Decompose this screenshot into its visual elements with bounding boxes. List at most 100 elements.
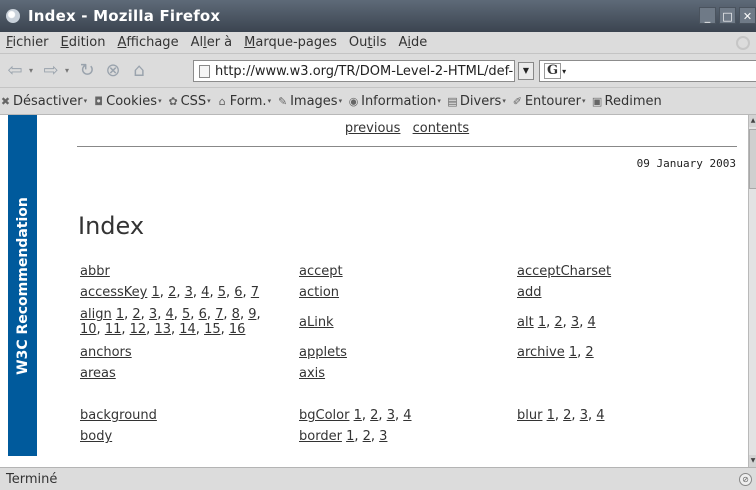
forward-dropdown-icon[interactable]: ▾ [62, 66, 72, 75]
url-history-dropdown-icon[interactable]: ▼ [518, 62, 534, 80]
index-link-action[interactable]: action [299, 285, 339, 300]
forward-arrow-icon[interactable]: ⇨ [40, 60, 62, 82]
dropdown-arrow-icon: ▾ [267, 97, 272, 105]
menu-outils[interactable]: Outils [343, 35, 393, 50]
index-link-abbr[interactable]: abbr [80, 264, 110, 279]
index-ref-link[interactable]: 10 [80, 322, 97, 337]
search-box[interactable]: G ▾ [539, 60, 756, 82]
index-ref-link[interactable]: 3 [149, 307, 157, 322]
index-ref-link[interactable]: 5 [218, 285, 226, 300]
search-engine-dropdown-icon[interactable]: ▾ [562, 67, 566, 76]
back-dropdown-icon[interactable]: ▾ [26, 66, 36, 75]
index-ref-link[interactable]: 8 [232, 307, 240, 322]
vertical-scrollbar[interactable]: ▲ ▼ [748, 115, 756, 467]
url-bar[interactable] [193, 60, 515, 82]
index-ref-link[interactable]: 3 [379, 429, 387, 444]
stop-icon[interactable]: ⊗ [102, 60, 124, 82]
index-link-accept[interactable]: accept [299, 264, 343, 279]
dev-information[interactable]: ◉ Information ▾ [348, 94, 441, 109]
index-ref-link[interactable]: 3 [571, 315, 579, 330]
home-icon[interactable]: ⌂ [128, 60, 150, 82]
dev-redimensionner[interactable]: ▣ Redimen [592, 94, 662, 109]
reload-icon[interactable]: ↻ [76, 60, 98, 82]
index-link-body[interactable]: body [80, 429, 112, 444]
index-ref-link[interactable]: 11 [105, 322, 122, 337]
index-entry: axis [299, 366, 325, 381]
dev-cookies[interactable]: ◘ Cookies ▾ [93, 94, 161, 109]
index-ref-link[interactable]: 2 [363, 429, 371, 444]
menu-marque-pages[interactable]: Marque-pages [238, 35, 343, 50]
scroll-thumb[interactable] [749, 129, 756, 189]
index-ref-link[interactable]: 3 [185, 285, 193, 300]
previous-link[interactable]: previous [345, 121, 401, 136]
index-ref-link[interactable]: 12 [130, 322, 147, 337]
index-link-border[interactable]: border [299, 429, 342, 444]
index-link-add[interactable]: add [517, 285, 541, 300]
index-link-areas[interactable]: areas [80, 366, 116, 381]
index-entry: bgColor 1, 2, 3, 4 [299, 408, 412, 423]
w3c-side-banner: W3C Recommendation [8, 115, 37, 456]
index-ref-link[interactable]: 6 [234, 285, 242, 300]
menu-affichage[interactable]: Affichage [111, 35, 184, 50]
index-link-alt[interactable]: alt [517, 315, 534, 330]
index-ref-link[interactable]: 3 [580, 408, 588, 423]
index-link-axis[interactable]: axis [299, 366, 325, 381]
index-link-align[interactable]: align [80, 307, 112, 322]
dev-css[interactable]: ✿ CSS ▾ [168, 94, 210, 109]
menu-fichier[interactable]: Fichier [0, 35, 55, 50]
index-ref-link[interactable]: 1 [569, 345, 577, 360]
separator: , [176, 285, 185, 300]
dev-desactiver[interactable]: ✖ Désactiver ▾ [0, 94, 87, 109]
minimize-icon[interactable]: _ [699, 7, 716, 24]
search-engine-icon[interactable]: G [544, 63, 562, 79]
content-margin [0, 456, 38, 467]
index-link-archive[interactable]: archive [517, 345, 565, 360]
scroll-up-icon[interactable]: ▲ [749, 115, 756, 127]
menu-aide[interactable]: Aide [392, 35, 433, 50]
index-link-acceptcharset[interactable]: acceptCharset [517, 264, 611, 279]
index-link-applets[interactable]: applets [299, 345, 347, 360]
separator: , [571, 408, 580, 423]
index-entry: body [80, 429, 112, 444]
index-ref-link[interactable]: 2 [132, 307, 140, 322]
index-ref-link[interactable]: 2 [585, 345, 593, 360]
index-link-blur[interactable]: blur [517, 408, 542, 423]
index-ref-link[interactable]: 16 [229, 322, 246, 337]
close-icon[interactable]: ✕ [739, 7, 756, 24]
index-link-background[interactable]: background [80, 408, 157, 423]
index-ref-link[interactable]: 4 [403, 408, 411, 423]
separator: , [370, 429, 380, 444]
menu-edition[interactable]: Edition [55, 35, 112, 50]
dev-form[interactable]: ⌂ Form. ▾ [217, 94, 271, 109]
menu-aller-a[interactable]: Aller à [185, 35, 239, 50]
dev-divers[interactable]: ▤ Divers ▾ [447, 94, 506, 109]
index-ref-link[interactable]: 1 [116, 307, 124, 322]
index-ref-link[interactable]: 13 [154, 322, 171, 337]
index-link-anchors[interactable]: anchors [80, 345, 132, 360]
index-ref-link[interactable]: 4 [165, 307, 173, 322]
index-ref-link[interactable]: 6 [199, 307, 207, 322]
index-ref-link[interactable]: 1 [547, 408, 555, 423]
contents-link[interactable]: contents [413, 121, 470, 136]
index-ref-link[interactable]: 3 [387, 408, 395, 423]
index-ref-link[interactable]: 1 [538, 315, 546, 330]
index-entry: blur 1, 2, 3, 4 [517, 408, 605, 423]
index-ref-link[interactable]: 1 [152, 285, 160, 300]
index-link-alink[interactable]: aLink [299, 315, 334, 330]
index-ref-link[interactable]: 4 [587, 315, 595, 330]
security-status-icon: ⊘ [739, 473, 752, 486]
url-input[interactable] [215, 63, 514, 79]
back-arrow-icon[interactable]: ⇦ [4, 60, 26, 82]
index-ref-link[interactable]: 15 [204, 322, 221, 337]
index-link-accesskey[interactable]: accessKey [80, 285, 147, 300]
dev-entourer[interactable]: ✐ Entourer ▾ [512, 94, 586, 109]
dev-images[interactable]: ✎ Images ▾ [277, 94, 342, 109]
index-ref-link[interactable]: 1 [354, 408, 362, 423]
index-ref-link[interactable]: 14 [179, 322, 196, 337]
index-ref-link[interactable]: 4 [596, 408, 604, 423]
scroll-down-icon[interactable]: ▼ [749, 455, 756, 467]
index-ref-link[interactable]: 2 [554, 315, 562, 330]
index-link-bgcolor[interactable]: bgColor [299, 408, 349, 423]
index-ref-link[interactable]: 7 [251, 285, 259, 300]
maximize-icon[interactable]: □ [719, 7, 736, 24]
